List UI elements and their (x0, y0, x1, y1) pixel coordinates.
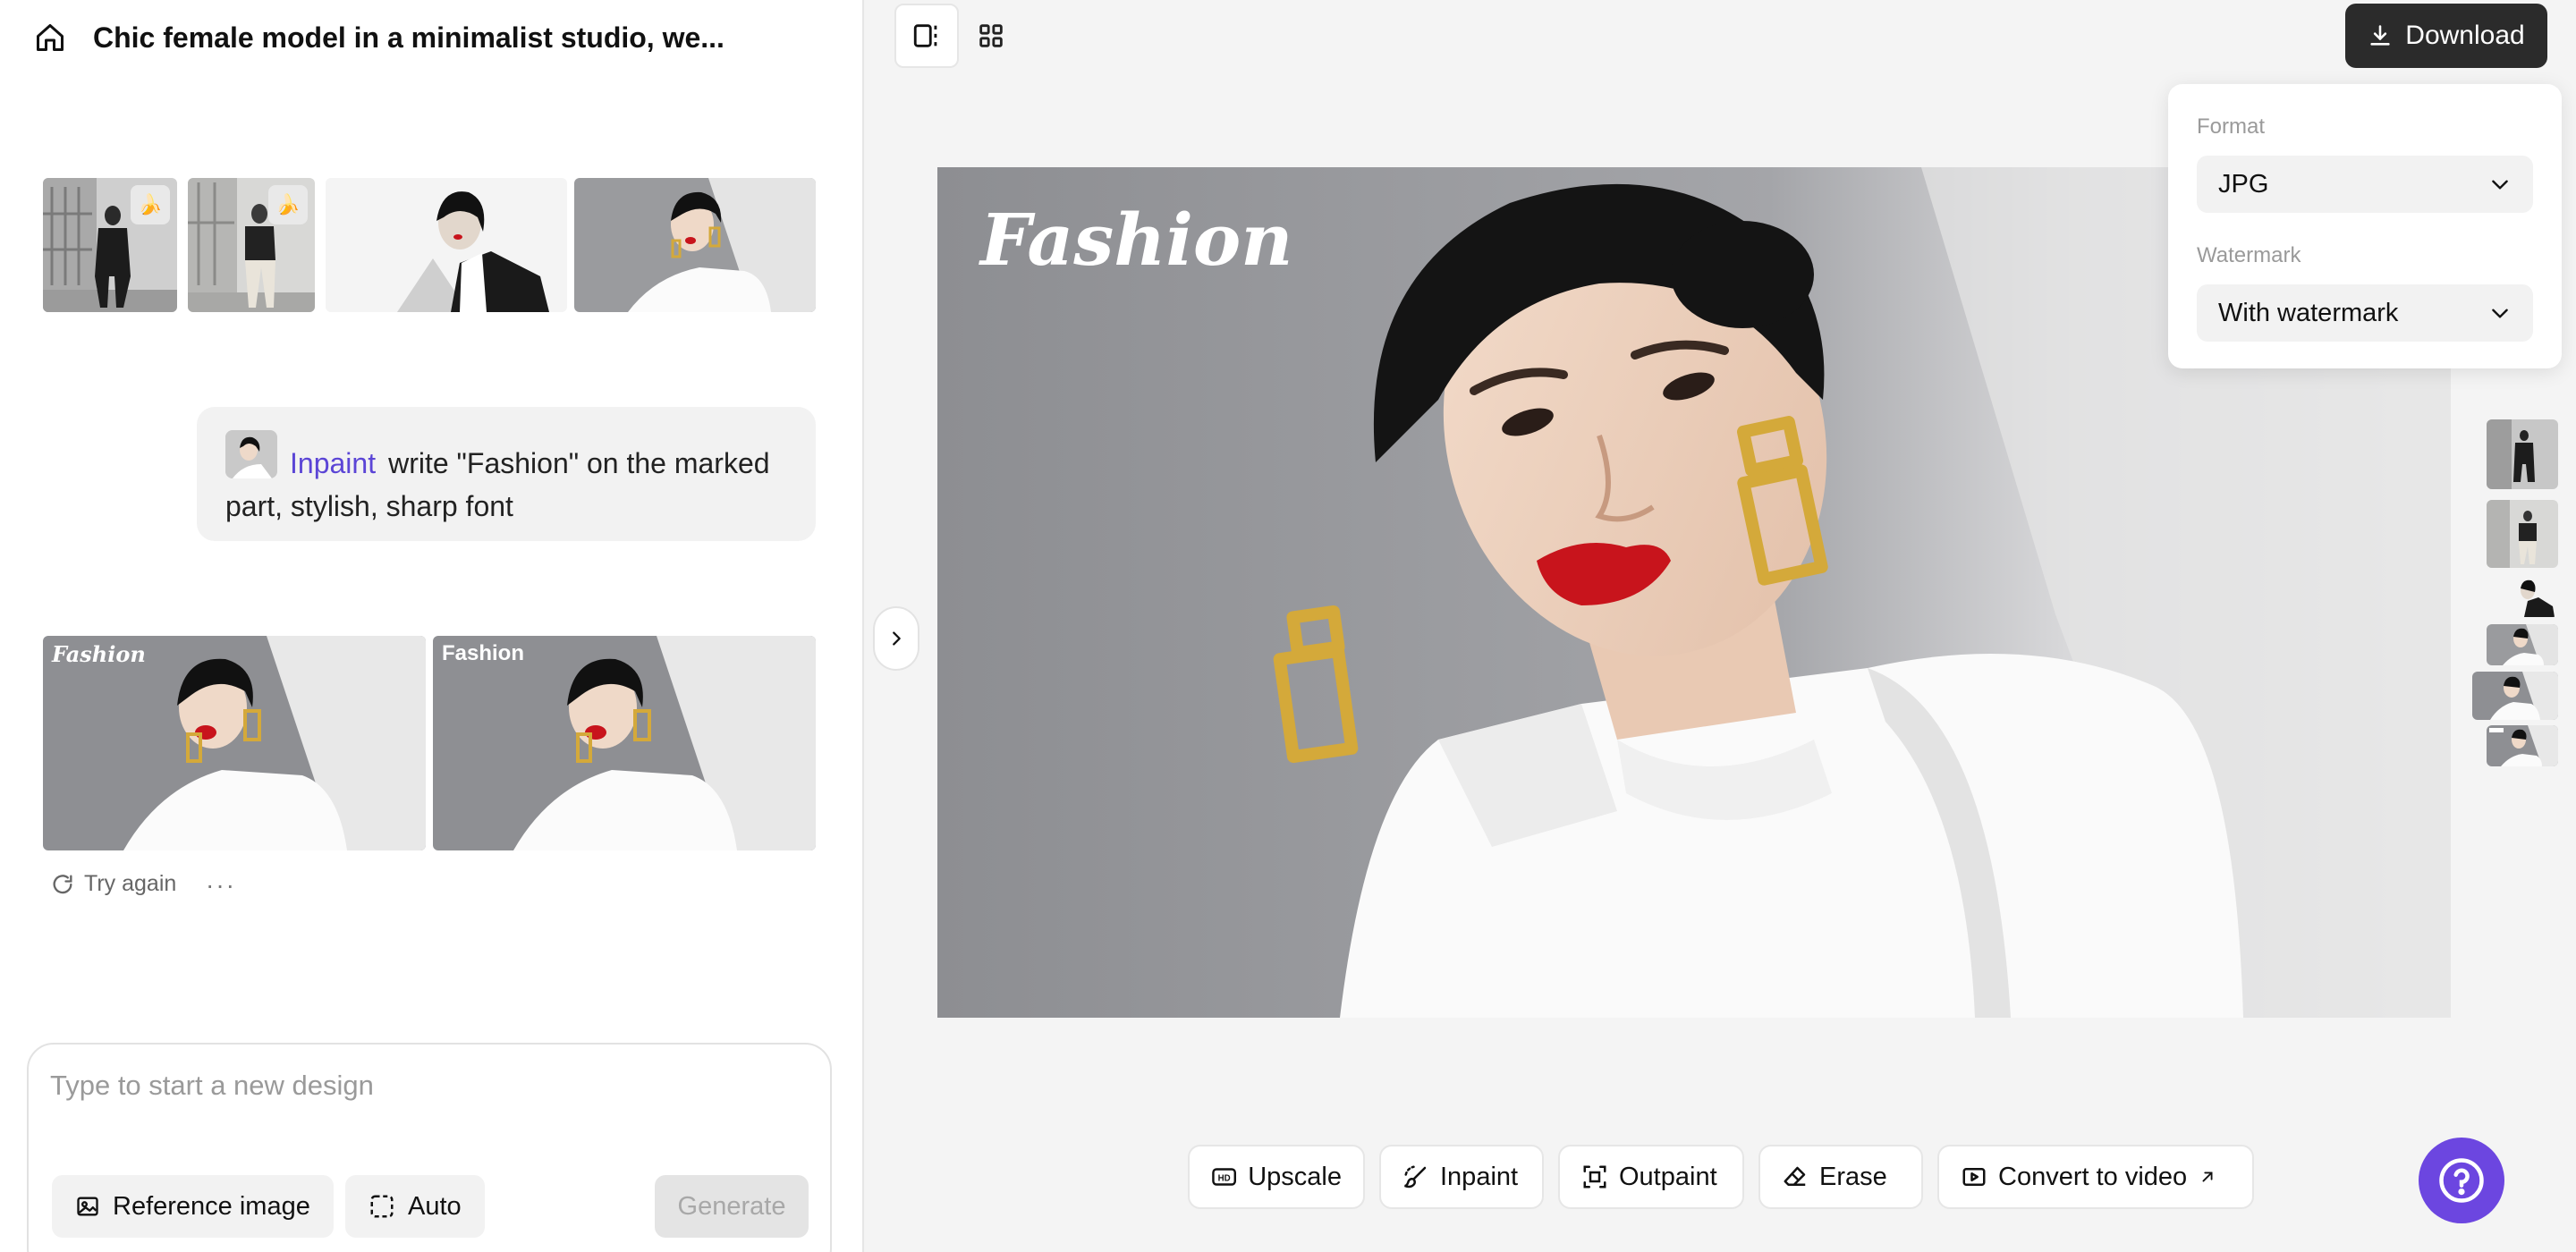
svg-text:HD: HD (1218, 1173, 1231, 1183)
outpaint-label: Outpaint (1619, 1162, 1717, 1191)
auto-icon (370, 1195, 394, 1218)
history-thumbnail[interactable] (2487, 624, 2558, 665)
history-thumbnail[interactable] (2487, 500, 2558, 568)
convert-to-video-button[interactable]: Convert to video (1937, 1145, 2254, 1209)
generate-button[interactable]: Generate (655, 1175, 809, 1238)
watermark-label: Watermark (2197, 243, 2301, 267)
page-title: Chic female model in a minimalist studio… (93, 21, 724, 54)
video-icon (1962, 1168, 1986, 1186)
outpaint-icon (1583, 1165, 1606, 1189)
convert-to-video-label: Convert to video (1998, 1162, 2188, 1191)
hd-icon: HD (1212, 1168, 1237, 1186)
grid-view-button[interactable] (959, 4, 1023, 68)
help-icon (2439, 1158, 2484, 1203)
grid-view-icon (979, 24, 1003, 47)
reference-thumbnail[interactable]: 🍌 (188, 178, 315, 312)
banana-icon: 🍌 (131, 185, 170, 224)
home-icon (37, 24, 64, 51)
prompt-bubble: Inpaint write "Fashion" on the marked par… (197, 407, 816, 541)
result-image[interactable]: Fashion (433, 636, 816, 850)
refresh-icon (53, 874, 72, 893)
download-icon (2370, 25, 2390, 46)
reference-thumbnail[interactable] (574, 178, 816, 312)
result-overlay-text: Fashion (52, 641, 146, 667)
format-value: JPG (2218, 169, 2269, 199)
more-options-button[interactable]: ··· (206, 871, 236, 900)
format-select[interactable]: JPG (2197, 156, 2533, 213)
history-thumbnail[interactable] (2487, 419, 2558, 489)
download-label: Download (2405, 21, 2525, 50)
reference-thumbnail[interactable] (326, 178, 567, 312)
reference-thumbnail[interactable]: 🍌 (43, 178, 177, 312)
try-again-button[interactable]: Try again (50, 871, 176, 897)
chevron-down-icon (2492, 309, 2508, 318)
reference-image-button[interactable]: Reference image (52, 1175, 334, 1238)
split-view-icon (913, 24, 937, 47)
try-again-label: Try again (84, 871, 177, 896)
history-thumbnail[interactable] (2487, 725, 2558, 766)
chat-panel: Chic female model in a minimalist studio… (0, 0, 864, 1252)
chevron-right-icon (893, 631, 901, 646)
split-view-button[interactable] (894, 4, 959, 68)
history-thumbnail[interactable] (2487, 576, 2558, 617)
outpaint-button[interactable]: Outpaint (1558, 1145, 1744, 1209)
download-options-panel: Format JPG Watermark With watermark (2168, 84, 2562, 368)
eraser-icon (1784, 1166, 1806, 1186)
result-overlay-text: Fashion (442, 641, 525, 665)
external-arrow-icon (2202, 1172, 2213, 1182)
result-image[interactable]: Fashion (43, 636, 426, 850)
home-button[interactable] (32, 20, 68, 55)
inpaint-button[interactable]: Inpaint (1379, 1145, 1544, 1209)
erase-button[interactable]: Erase (1758, 1145, 1923, 1209)
upscale-label: Upscale (1248, 1162, 1342, 1191)
inpaint-label: Inpaint (1440, 1162, 1519, 1191)
upscale-button[interactable]: HD Upscale (1188, 1145, 1365, 1209)
banana-icon: 🍌 (268, 185, 308, 224)
prompt-input[interactable]: Type to start a new design (50, 1070, 374, 1102)
watermark-value: With watermark (2218, 298, 2399, 327)
image-icon (77, 1197, 98, 1216)
format-label: Format (2197, 114, 2266, 139)
chevron-down-icon (2492, 180, 2508, 190)
erase-label: Erase (1819, 1162, 1887, 1191)
history-thumbnail-selected[interactable] (2472, 672, 2558, 720)
reference-image-label: Reference image (113, 1191, 310, 1221)
auto-button[interactable]: Auto (345, 1175, 485, 1238)
watermark-select[interactable]: With watermark (2197, 284, 2533, 342)
download-button[interactable]: Download (2345, 4, 2547, 68)
collapse-panel-button[interactable] (873, 606, 919, 671)
auto-label: Auto (408, 1191, 462, 1221)
prompt-tag: Inpaint (290, 447, 377, 479)
marked-image-thumbnail (225, 430, 277, 478)
help-button[interactable] (2419, 1138, 2504, 1223)
inpaint-brush-icon (1404, 1165, 1427, 1189)
canvas-overlay-text: Fashion (980, 198, 1293, 282)
composer: Type to start a new design Reference ima… (27, 1043, 832, 1252)
